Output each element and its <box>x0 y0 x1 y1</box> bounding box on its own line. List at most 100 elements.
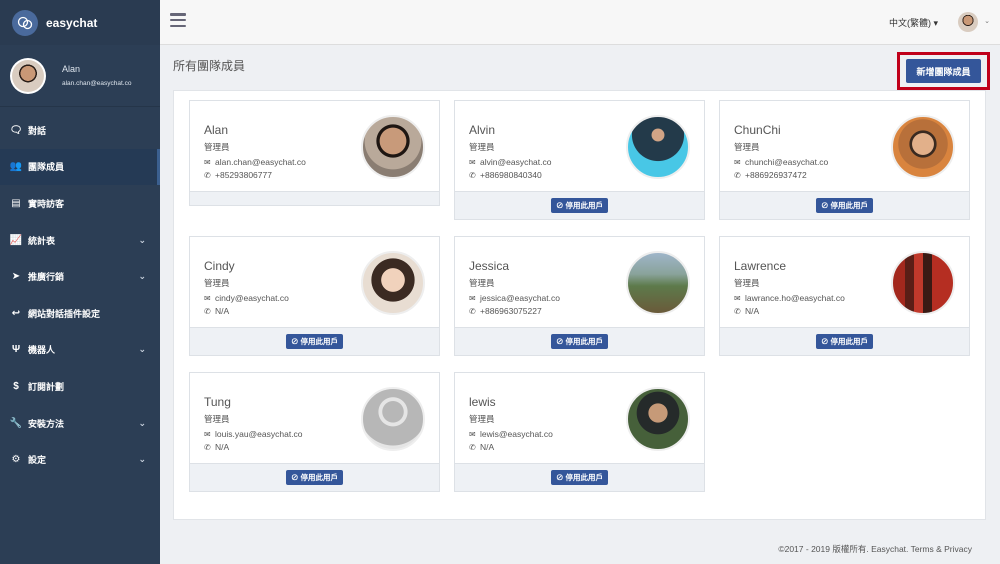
member-card-footer: ⊘ 停用此用戶 <box>720 327 969 355</box>
sidebar-item-label: 團隊成員 <box>28 162 65 173</box>
sidebar-item-0[interactable]: 🗨 對話 <box>0 112 160 149</box>
member-phone: +886926937472 <box>745 170 807 180</box>
wrench-icon: 🔧 <box>9 417 23 429</box>
member-card-footer <box>190 191 439 205</box>
member-email: cindy@easychat.co <box>215 293 289 303</box>
member-card-footer: ⊘ 停用此用戶 <box>720 191 969 219</box>
member-card: ChunChi 管理員 ✉ chunchi@easychat.co ✆ +88692… <box>719 100 970 220</box>
phone-icon: ✆ <box>469 442 476 452</box>
avatar[interactable] <box>10 57 46 94</box>
member-phone: N/A <box>745 306 760 316</box>
sidebar-item-2[interactable]: ▤ 實時訪客 <box>0 185 160 222</box>
language-label: 中文(繁體) <box>888 18 931 28</box>
phone-icon: ✆ <box>204 442 211 452</box>
disable-user-button[interactable]: ⊘ 停用此用戶 <box>550 470 609 485</box>
sidebar-item-label: 網站對話插件設定 <box>28 308 101 319</box>
user-email: alan.chan@easychat.co <box>62 80 132 87</box>
member-avatar <box>626 251 690 315</box>
member-avatar <box>626 115 690 179</box>
member-card-footer: ⊘ 停用此用戶 <box>455 327 704 355</box>
disable-user-button[interactable]: ⊘ 停用此用戶 <box>550 198 609 213</box>
member-card: Lawrence 管理員 ✉ lawrance.ho@easychat.co ✆ N… <box>719 236 970 356</box>
sidebar-item-7[interactable]: $ 訂閱計劃 <box>0 368 160 405</box>
sidebar-item-1[interactable]: 👥 團隊成員 <box>0 148 160 186</box>
brand[interactable]: easychat <box>0 0 160 45</box>
envelope-icon: ✉ <box>469 429 476 439</box>
member-card-body: lewis 管理員 ✉ lewis@easychat.co ✆ N/A <box>455 373 704 463</box>
member-avatar <box>361 387 425 451</box>
member-email: alvin@easychat.co <box>480 157 552 167</box>
envelope-icon: ✉ <box>734 293 741 303</box>
sidebar-item-label: 安裝方法 <box>28 418 65 429</box>
sidebar-item-5[interactable]: ↩ 網站對話插件設定 <box>0 295 160 332</box>
phone-icon: ✆ <box>734 170 741 180</box>
envelope-icon: ✉ <box>204 157 211 167</box>
member-card-footer: ⊘ 停用此用戶 <box>190 463 439 491</box>
member-phone: +886980840340 <box>480 170 542 180</box>
paper-plane-icon: ➤ <box>11 271 21 283</box>
member-card: lewis 管理員 ✉ lewis@easychat.co ✆ N/A ⊘ 停用此用… <box>454 372 705 492</box>
envelope-icon: ✉ <box>204 293 211 303</box>
member-phone: N/A <box>215 306 230 316</box>
language-selector[interactable]: 中文(繁體) ▾ <box>889 16 938 29</box>
envelope-icon: ✉ <box>469 293 476 303</box>
phone-icon: ✆ <box>469 170 476 180</box>
reply-all-icon: ↩ <box>11 307 21 319</box>
envelope-icon: ✉ <box>204 429 211 439</box>
chevron-down-icon: ⌄ <box>138 271 146 282</box>
sidebar-item-label: 統計表 <box>28 235 56 246</box>
sidebar-item-6[interactable]: Ψ 機器人 ⌄ <box>0 332 160 369</box>
user-menu-avatar[interactable] <box>958 12 978 32</box>
chevron-down-icon: ⌄ <box>138 234 146 245</box>
member-avatar <box>626 387 690 451</box>
gear-icon: ⚙ <box>11 454 21 466</box>
disable-user-button[interactable]: ⊘ 停用此用戶 <box>285 334 344 349</box>
sidebar-nav: 🗨 對話 👥 團隊成員 ▤ 實時訪客 📈 統計表 ⌄ ➤ 推廣行銷 ⌄ ↩ 網站對話插件設定 Ψ 機器人 ⌄ $ 訂… <box>0 112 160 478</box>
member-email: jessica@easychat.co <box>480 293 560 303</box>
easychat-logo-icon <box>12 9 38 36</box>
member-avatar <box>361 251 425 315</box>
member-card-body: Lawrence 管理員 ✉ lawrance.ho@easychat.co ✆ N… <box>720 237 969 327</box>
member-avatar <box>361 115 425 179</box>
member-card-body: Alan 管理員 ✉ alan.chan@easychat.co ✆ +852938… <box>190 101 439 191</box>
member-email: alan.chan@easychat.co <box>215 157 306 167</box>
disable-user-button[interactable]: ⊘ 停用此用戶 <box>550 334 609 349</box>
chat-icon: 🗨 <box>9 124 23 136</box>
member-card-body: Cindy 管理員 ✉ cindy@easychat.co ✆ N/A <box>190 237 439 327</box>
member-phone: N/A <box>215 442 230 452</box>
caret-down-icon: ▾ <box>933 18 938 28</box>
users-icon: 👥 <box>9 161 23 173</box>
sidebar-item-label: 設定 <box>28 455 47 466</box>
member-card: Alvin 管理員 ✉ alvin@easychat.co ✆ +886980840… <box>454 100 705 220</box>
id-card-icon: ▤ <box>11 197 21 209</box>
member-avatar <box>891 251 955 315</box>
envelope-icon: ✉ <box>734 157 741 167</box>
sidebar-item-8[interactable]: 🔧 安裝方法 ⌄ <box>0 405 160 442</box>
user-profile: Alan alan.chan@easychat.co <box>0 45 160 107</box>
sidebar-item-4[interactable]: ➤ 推廣行銷 ⌄ <box>0 258 160 295</box>
member-card-footer: ⊘ 停用此用戶 <box>455 463 704 491</box>
member-card: Cindy 管理員 ✉ cindy@easychat.co ✆ N/A ⊘ 停用此用… <box>189 236 440 356</box>
member-card-footer: ⊘ 停用此用戶 <box>455 191 704 219</box>
sidebar-item-label: 對話 <box>28 125 47 136</box>
chart-icon: 📈 <box>9 234 23 246</box>
topbar: 中文(繁體) ▾ ⌄ <box>160 0 1000 45</box>
phone-icon: ✆ <box>734 306 741 316</box>
disable-user-button[interactable]: ⊘ 停用此用戶 <box>815 334 874 349</box>
brand-name: easychat <box>46 15 98 30</box>
dollar-icon: $ <box>13 380 19 392</box>
chevron-down-icon[interactable]: ⌄ <box>984 17 990 25</box>
disable-user-button[interactable]: ⊘ 停用此用戶 <box>285 470 344 485</box>
sidebar-item-9[interactable]: ⚙ 設定 ⌄ <box>0 441 160 478</box>
user-name: Alan <box>62 64 81 74</box>
sidebar-item-3[interactable]: 📈 統計表 ⌄ <box>0 222 160 259</box>
member-card-body: Jessica 管理員 ✉ jessica@easychat.co ✆ +88696… <box>455 237 704 327</box>
member-card: Jessica 管理員 ✉ jessica@easychat.co ✆ +88696… <box>454 236 705 356</box>
add-member-button[interactable]: 新增團隊成員 <box>906 59 981 83</box>
menu-toggle-icon[interactable] <box>170 13 186 27</box>
chevron-down-icon: ⌄ <box>138 417 146 428</box>
sidebar-item-label: 推廣行銷 <box>28 272 65 283</box>
disable-user-button[interactable]: ⊘ 停用此用戶 <box>815 198 874 213</box>
member-card-body: ChunChi 管理員 ✉ chunchi@easychat.co ✆ +88692… <box>720 101 969 191</box>
member-avatar <box>891 115 955 179</box>
